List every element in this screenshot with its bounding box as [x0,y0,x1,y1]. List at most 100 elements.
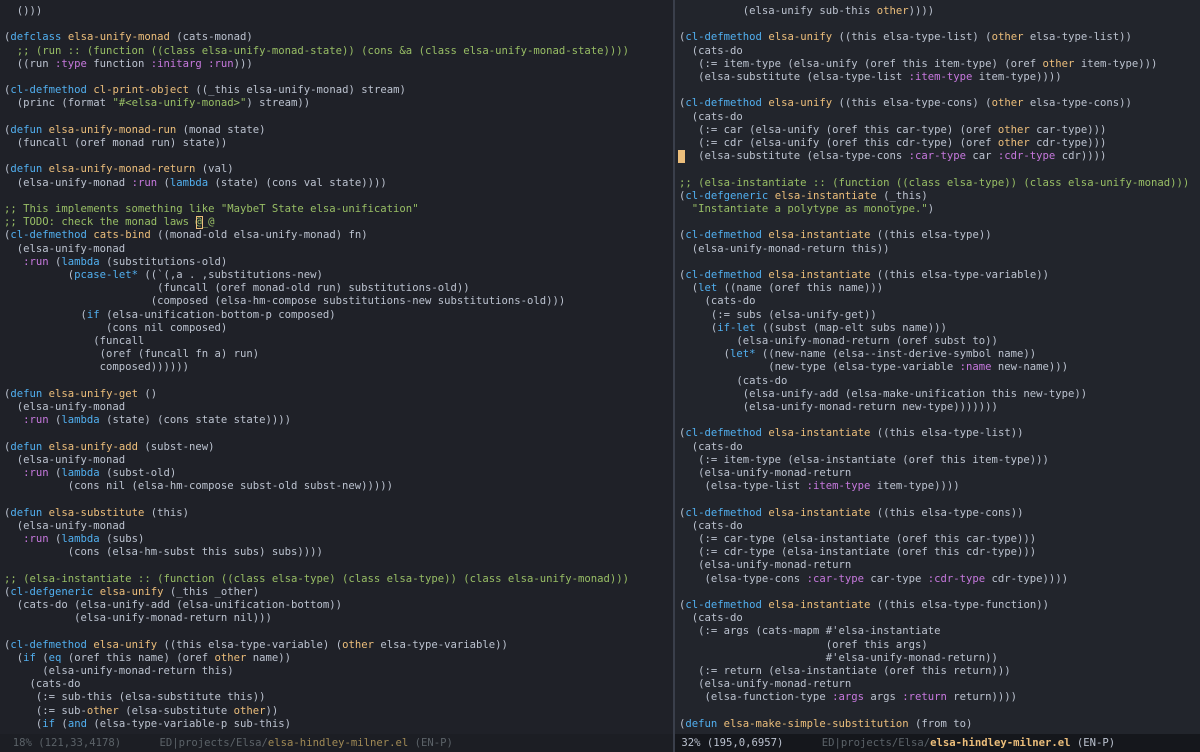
left-modeline: 18% (121,33,4178) ED|projects/Elsa/elsa-… [0,734,673,752]
right-code-line[interactable]: (elsa-unify-monad-return [679,467,851,480]
right-code-line[interactable]: (new-type (elsa-type-variable :name new-… [679,361,1068,374]
left-text-cursor [196,216,203,230]
left-code-buffer[interactable]: ())) (defclass elsa-unify-monad (cats-mon… [0,0,673,734]
right-code-line[interactable]: (elsa-unify-monad-return new-type))))))) [679,401,998,414]
right-code-line[interactable]: (cl-defmethod elsa-instantiate ((this el… [679,269,1049,282]
right-code-line[interactable]: (cats-do [679,295,756,308]
left-code-line[interactable]: (funcall (oref monad run) state)) [4,137,227,150]
left-code-line[interactable]: :run (lambda (subs) [4,533,144,546]
left-code-line[interactable]: (cons nil composed) [4,322,227,335]
left-code-line[interactable]: (if (elsa-unification-bottom-p composed) [4,309,336,322]
right-code-line[interactable]: (elsa-unify-add (elsa-make-unification t… [679,388,1087,401]
right-code-line[interactable]: (cl-defmethod elsa-instantiate ((this el… [679,599,1049,612]
right-code-line[interactable]: #'elsa-unify-monad-return)) [679,652,998,665]
left-code-line[interactable]: (if (and (elsa-type-variable-p sub-this) [4,718,291,731]
left-code-line[interactable]: (cons (elsa-hm-subst this subs) subs)))) [4,546,323,559]
left-code-line[interactable]: (defun elsa-unify-add (subst-new) [4,441,215,454]
right-code-line[interactable]: (elsa-substitute (elsa-type-list :item-t… [679,71,1062,84]
left-code-line[interactable]: :run (lambda (substitutions-old) [4,256,227,269]
left-code-line[interactable]: (:= sub-this (elsa-substitute this)) [4,691,266,704]
left-code-line[interactable]: ;; (run :: (function ((class elsa-unify-… [4,45,629,58]
right-code-line[interactable]: (:= cdr (elsa-unify (oref this cdr-type)… [679,137,1106,150]
right-code-line[interactable]: (cats-do [679,612,743,625]
left-code-line[interactable]: (elsa-unify-monad-return this) [4,665,233,678]
left-code-line[interactable]: :run (lambda (subst-old) [4,467,176,480]
left-code-line[interactable]: (cats-do [4,678,81,691]
left-code-line[interactable]: (elsa-unify-monad [4,243,125,256]
right-code-line[interactable]: (:= cdr-type (elsa-instantiate (oref thi… [679,546,1036,559]
right-code-line[interactable]: (:= subs (elsa-unify-get)) [679,309,877,322]
left-code-line[interactable]: (defun elsa-substitute (this) [4,507,189,520]
left-code-line[interactable]: composed)))))) [4,361,189,374]
left-code-line[interactable]: (elsa-unify-monad [4,454,125,467]
left-code-line[interactable]: (defun elsa-unify-monad-return (val) [4,163,234,176]
right-code-line[interactable]: (elsa-unify sub-this other)))) [679,5,934,18]
left-code-line[interactable]: ;; TODO: check the monad laws @_@ [4,216,214,229]
left-code-line[interactable]: :run (lambda (state) (cons state state))… [4,414,291,427]
right-code-line[interactable]: (:= car-type (elsa-instantiate (oref thi… [679,533,1036,546]
left-editor-window[interactable]: ())) (defclass elsa-unify-monad (cats-mon… [0,0,673,752]
left-code-line[interactable]: (princ (format "#<elsa-unify-monad>") st… [4,97,310,110]
left-code-line[interactable]: (cats-do (elsa-unify-add (elsa-unificati… [4,599,342,612]
left-code-line[interactable]: (cons nil (elsa-hm-compose subst-old sub… [4,480,393,493]
left-code-line[interactable]: (cl-defmethod cl-print-object ((_this el… [4,84,406,97]
right-code-line[interactable]: (cl-defmethod elsa-instantiate ((this el… [679,507,1023,520]
left-code-line[interactable]: (composed (elsa-hm-compose substitutions… [4,295,566,308]
right-code-line[interactable]: (cats-do [679,111,743,124]
right-code-line[interactable]: (oref this args) [679,639,928,652]
left-code-line[interactable]: (elsa-unify-monad [4,401,125,414]
right-code-line[interactable]: (elsa-type-list :item-type item-type)))) [679,480,960,493]
left-code-line[interactable]: (elsa-unify-monad-return nil))) [4,612,272,625]
right-code-line[interactable]: (cl-defgeneric elsa-instantiate (_this) [679,190,928,203]
left-code-line[interactable]: (:= sub-other (elsa-substitute other)) [4,705,278,718]
right-code-line[interactable]: (elsa-unify-monad-return this)) [679,243,890,256]
right-code-line[interactable]: (elsa-unify-monad-return [679,559,851,572]
right-code-line[interactable]: (cl-defmethod elsa-instantiate ((this el… [679,427,1023,440]
right-code-line[interactable]: "Instantiate a polytype as monotype.") [679,203,934,216]
left-code-line[interactable]: ())) [4,5,43,18]
right-code-line[interactable]: (:= item-type (elsa-unify (oref this ite… [679,58,1157,71]
left-code-line[interactable]: (elsa-unify-monad [4,520,125,533]
right-code-line[interactable]: (elsa-unify-monad-return [679,678,851,691]
left-code-line[interactable]: (cl-defmethod cats-bind ((monad-old elsa… [4,229,368,242]
left-code-line[interactable]: (pcase-let* ((`(,a . ,substitutions-new) [4,269,323,282]
left-code-line[interactable]: ;; (elsa-instantiate :: (function ((clas… [4,573,629,586]
right-text-cursor [678,150,685,164]
right-code-line[interactable]: (cats-do [679,441,743,454]
right-modeline-filename: elsa-hindley-milner.el [930,737,1071,749]
right-code-line[interactable]: (cats-do [679,45,743,58]
right-code-line[interactable]: (cl-defmethod elsa-unify ((this elsa-typ… [679,97,1132,110]
right-code-line[interactable]: (:= args (cats-mapm #'elsa-instantiate [679,625,940,638]
right-code-line[interactable]: (let ((name (oref this name))) [679,282,883,295]
left-code-line[interactable]: (oref (funcall fn a) run) [4,348,259,361]
left-code-line[interactable]: (cl-defgeneric elsa-unify (_this _other) [4,586,259,599]
left-code-line[interactable]: ;; This implements something like "Maybe… [4,203,419,216]
right-code-line[interactable]: (if-let ((subst (map-elt subs name))) [679,322,947,335]
left-code-line[interactable]: (elsa-unify-monad :run (lambda (state) (… [4,177,387,190]
right-code-line[interactable]: (:= item-type (elsa-instantiate (oref th… [679,454,1049,467]
right-code-line[interactable]: (let* ((new-name (elsa--inst-derive-symb… [679,348,1037,361]
right-code-line[interactable]: (elsa-substitute (elsa-type-cons :car-ty… [679,150,1106,163]
right-code-line[interactable]: (:= return (elsa-instantiate (oref this … [679,665,1011,678]
right-code-line[interactable]: (elsa-function-type :args args :return r… [679,691,1018,704]
right-code-line[interactable]: (:= car (elsa-unify (oref this car-type)… [679,124,1106,137]
left-code-line[interactable]: (if (eq (oref this name) (oref other nam… [4,652,291,665]
right-code-line[interactable]: (elsa-type-cons :car-type car-type :cdr-… [679,573,1069,586]
right-code-line[interactable]: (defun elsa-make-simple-substitution (fr… [679,718,972,731]
right-code-line[interactable]: (elsa-unify-monad-return (oref subst to)… [679,335,998,348]
left-code-line[interactable]: (defun elsa-unify-get () [4,388,157,401]
right-code-line[interactable]: ;; (elsa-instantiate :: (function ((clas… [679,177,1189,190]
right-code-buffer[interactable]: (elsa-unify sub-this other)))) (cl-defmet… [675,0,1200,734]
right-editor-window[interactable]: (elsa-unify sub-this other)))) (cl-defmet… [675,0,1200,752]
right-code-line[interactable]: (cats-do [679,520,743,533]
left-code-line[interactable]: ((run :type function :initarg :run))) [4,58,253,71]
left-code-line[interactable]: (funcall [4,335,144,348]
left-code-line[interactable]: (funcall (oref monad-old run) substituti… [4,282,470,295]
left-code-line[interactable]: (defclass elsa-unify-monad (cats-monad) [4,31,253,44]
left-code-line[interactable]: (defun elsa-unify-monad-run (monad state… [4,124,266,137]
right-code-line[interactable]: (cats-do [679,375,787,388]
left-code-line[interactable]: (cl-defmethod elsa-unify ((this elsa-typ… [4,639,508,652]
left-modeline-path: projects/Elsa/ [178,737,268,749]
right-code-line[interactable]: (cl-defmethod elsa-instantiate ((this el… [679,229,992,242]
right-code-line[interactable]: (cl-defmethod elsa-unify ((this elsa-typ… [679,31,1132,44]
